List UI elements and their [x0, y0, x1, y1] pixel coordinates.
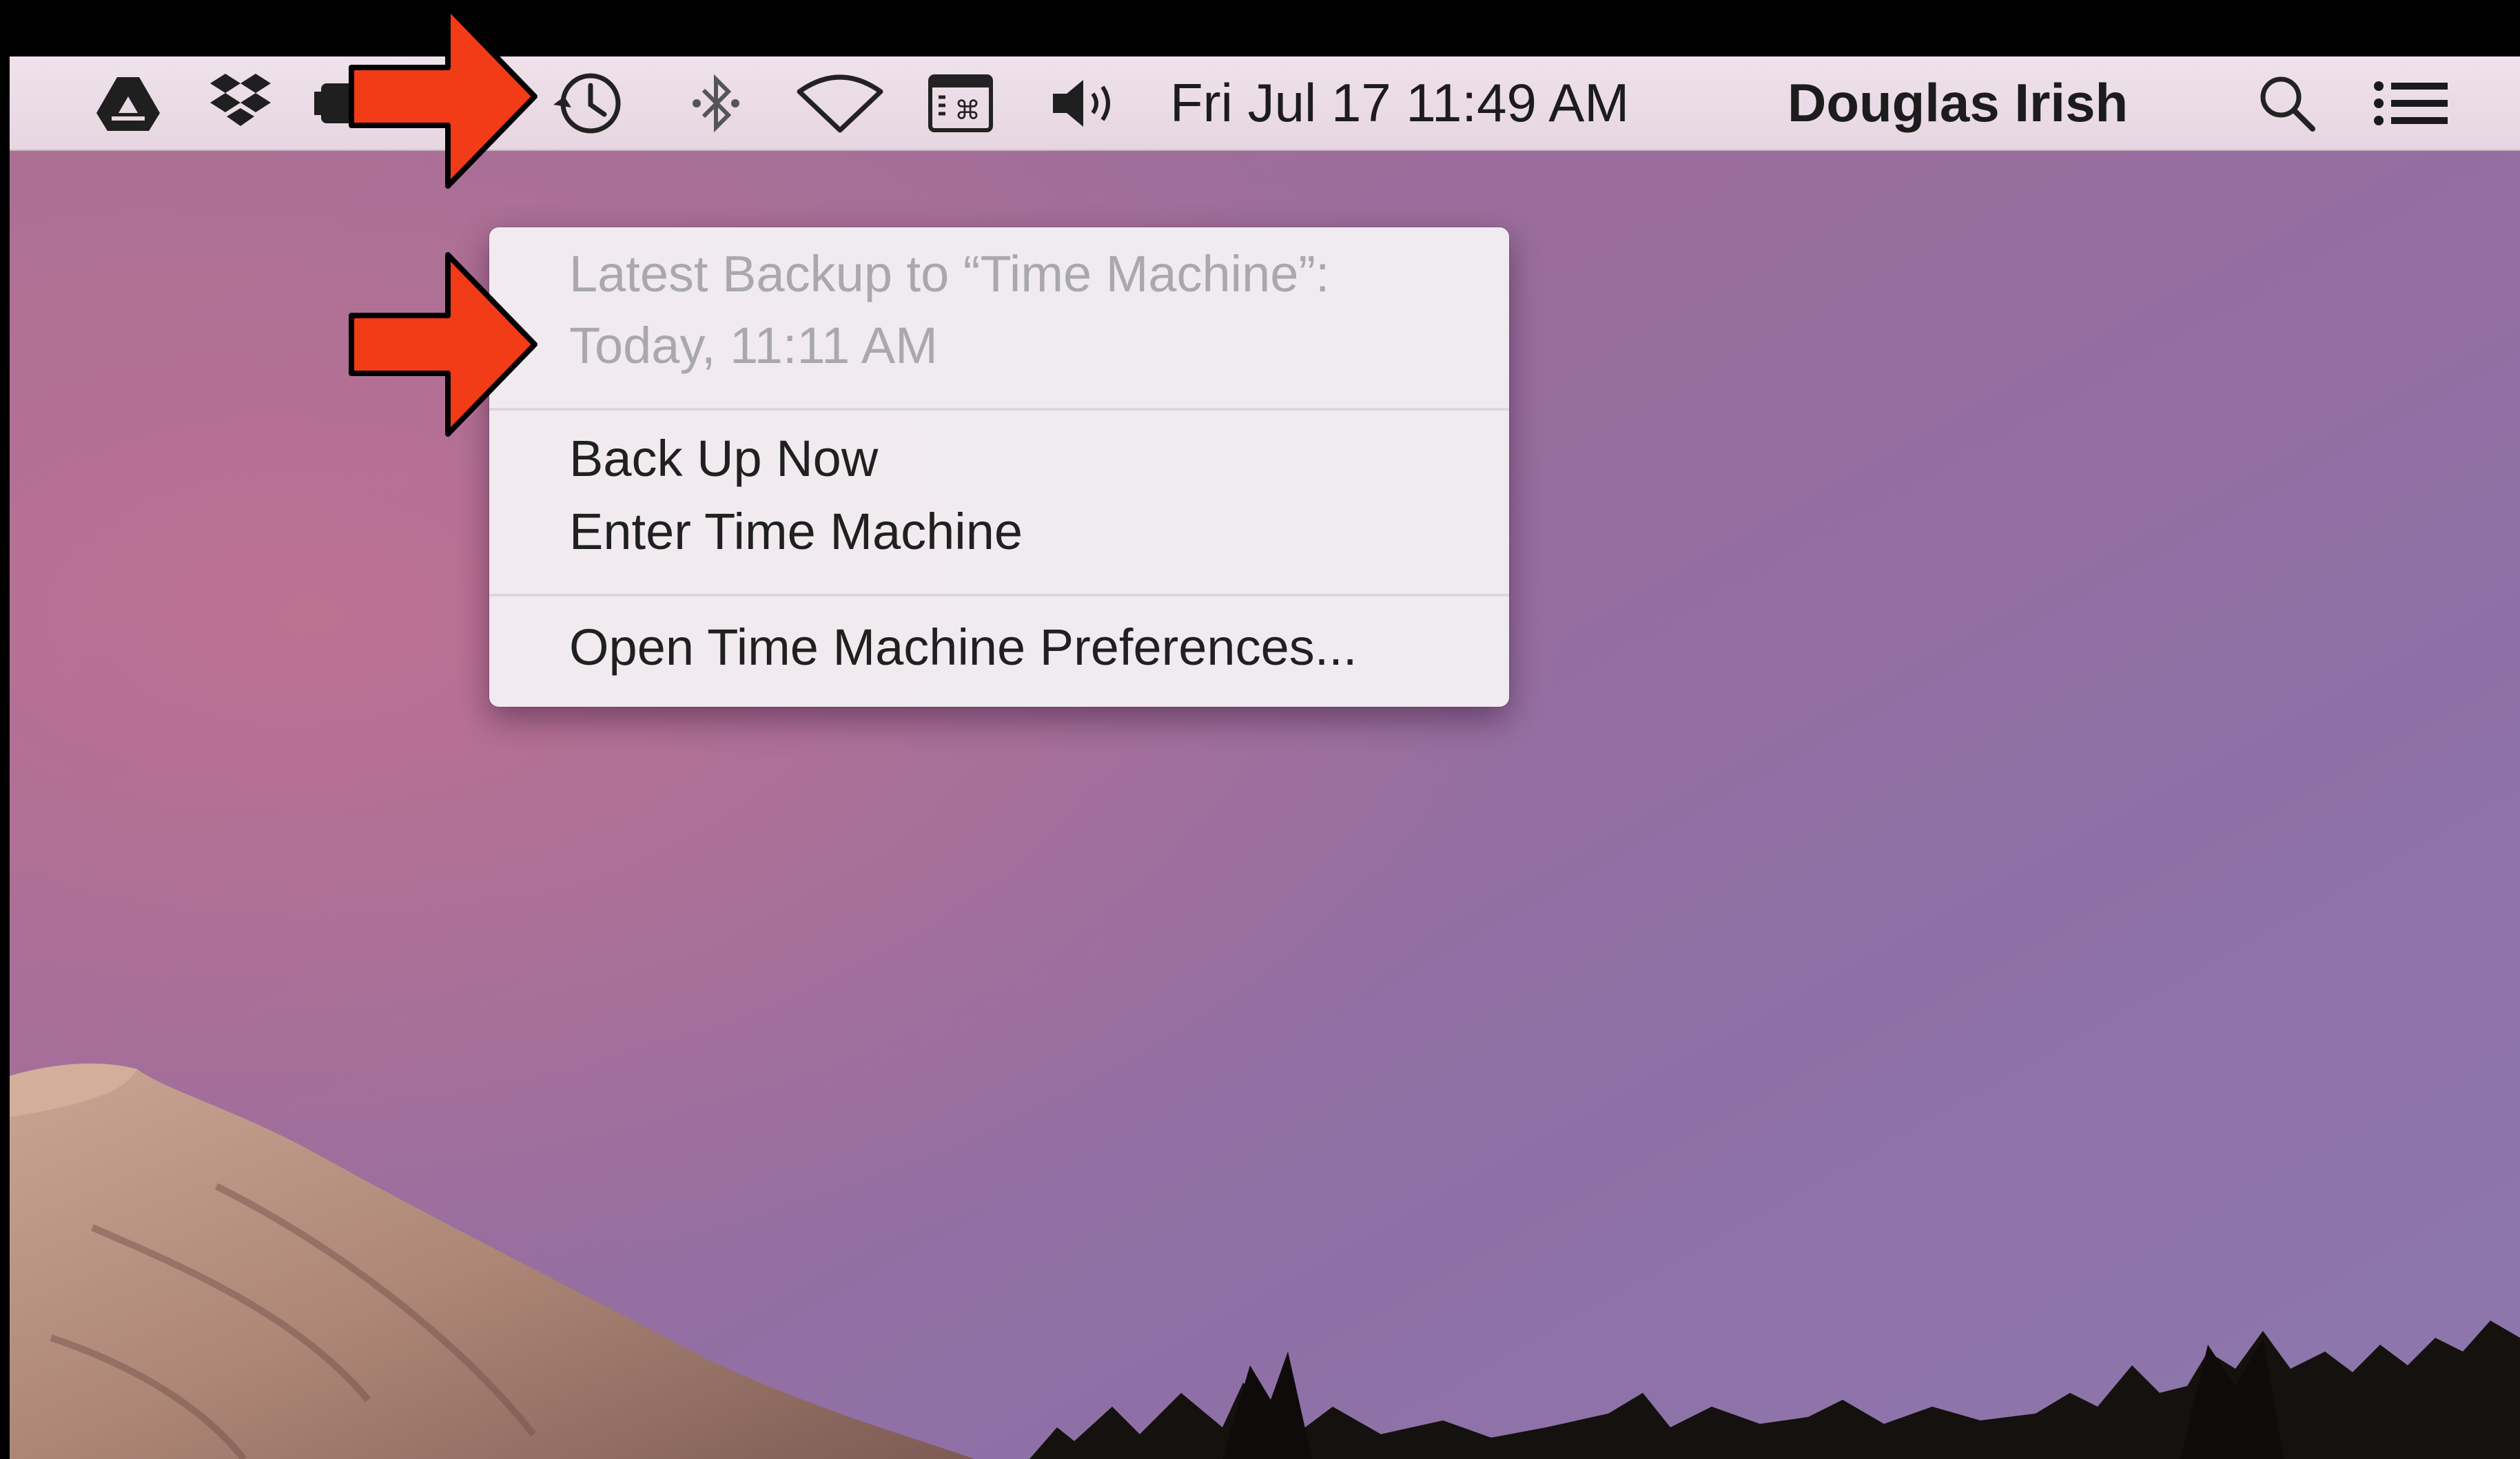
latest-backup-time: Today, 11:11 AM [569, 317, 938, 374]
bluetooth-icon[interactable] [678, 56, 754, 149]
enter-time-machine-item[interactable]: Enter Time Machine [569, 497, 1023, 566]
dropbox-icon[interactable] [203, 56, 278, 149]
menu-separator [489, 594, 1509, 597]
keyboard-shortcut-icon[interactable]: ⌘ [919, 56, 1002, 149]
google-drive-icon[interactable] [90, 56, 166, 149]
menu-separator [489, 408, 1509, 411]
open-time-machine-preferences-item[interactable]: Open Time Machine Preferences... [569, 613, 1357, 682]
notification-center-icon[interactable] [2366, 56, 2456, 149]
annotation-arrow-menubar [349, 4, 537, 189]
svg-text:⌘: ⌘ [954, 95, 981, 125]
latest-backup-label: Latest Backup to “Time Machine”: [569, 245, 1330, 302]
volume-icon[interactable] [1043, 56, 1133, 149]
menubar-user-name[interactable]: Douglas Irish [1787, 56, 2128, 149]
annotation-arrow-backup-status [349, 252, 537, 437]
wifi-icon[interactable] [788, 56, 892, 149]
spotlight-search-icon[interactable] [2249, 56, 2325, 149]
back-up-now-item[interactable]: Back Up Now [569, 424, 878, 493]
time-machine-menu: Latest Backup to “Time Machine”: Today, … [489, 227, 1509, 707]
menubar-clock[interactable]: Fri Jul 17 11:49 AM [1170, 56, 1629, 149]
time-machine-icon[interactable] [544, 56, 633, 149]
